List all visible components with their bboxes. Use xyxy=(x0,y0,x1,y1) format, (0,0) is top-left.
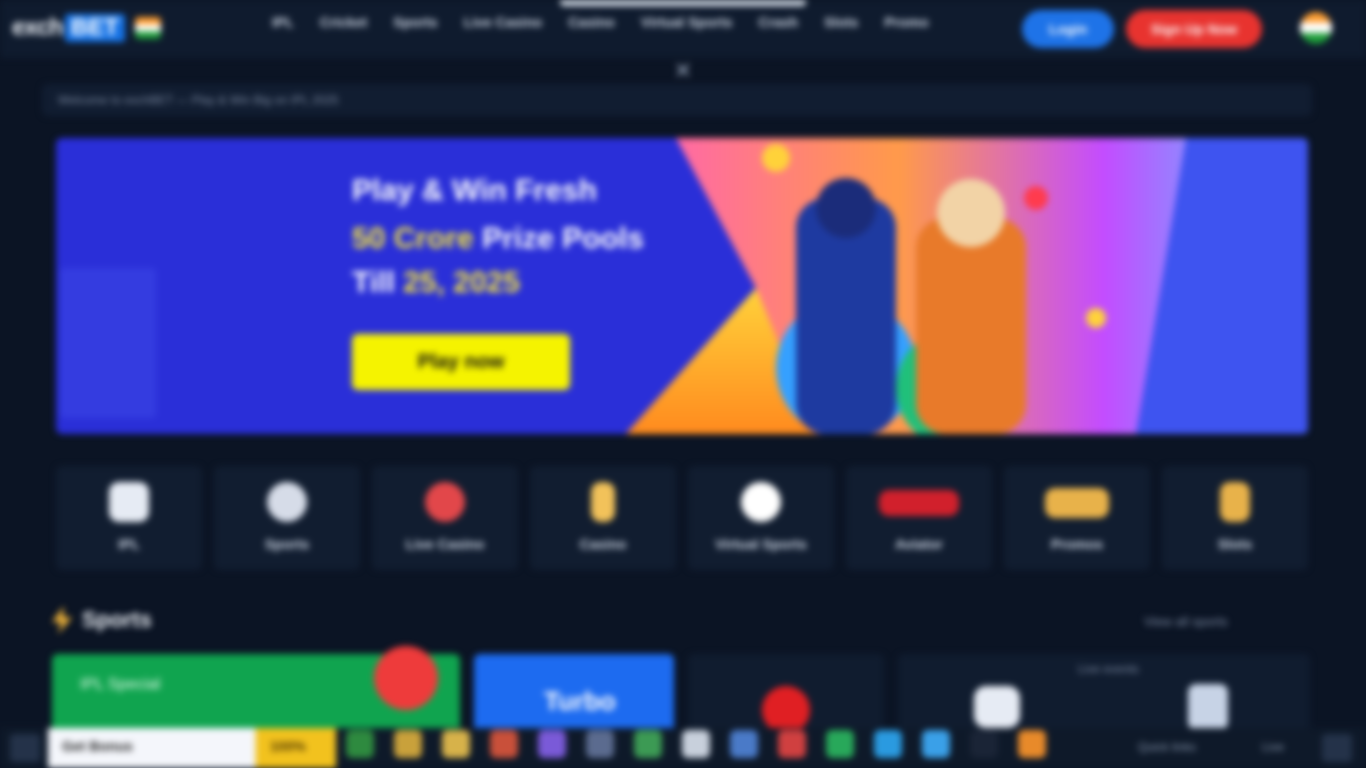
dice-icon xyxy=(591,482,615,522)
top-indicator xyxy=(560,0,806,6)
category-label: Live Casino xyxy=(405,536,485,552)
nav-item-sports[interactable]: Sports xyxy=(393,14,437,30)
category-label: Sports xyxy=(264,536,310,552)
banner-highlight-amount: 50 Crore xyxy=(352,222,474,255)
banner-line3-rest: Till xyxy=(352,266,404,299)
announcement-marquee: Welcome to exchBET — Play & Win Big on I… xyxy=(42,84,1312,116)
marquee-text: Welcome to exchBET — Play & Win Big on I… xyxy=(58,93,339,107)
nav-item-promo[interactable]: Promo xyxy=(884,14,928,30)
virtual-ball-icon xyxy=(741,482,781,522)
signup-button[interactable]: Sign Up Now xyxy=(1126,10,1262,48)
category-label: IPL xyxy=(118,536,140,552)
game-icon-7[interactable] xyxy=(634,730,662,758)
country-flag-icon xyxy=(134,17,161,39)
sport-card-text: Live events xyxy=(1078,662,1139,676)
category-tile-promos[interactable]: Promos xyxy=(1004,466,1150,570)
top-navigation-bar: exch BET IPL Cricket Sports Live Casino … xyxy=(0,0,1366,58)
slot-icon xyxy=(1220,482,1250,522)
soccer-ball-icon xyxy=(267,482,307,522)
game-icon-5[interactable] xyxy=(538,730,566,758)
sport-card-turbo[interactable]: Turbo xyxy=(474,654,674,734)
main-nav: IPL Cricket Sports Live Casino Casino Vi… xyxy=(272,14,929,30)
category-tile-live-casino[interactable]: Live Casino xyxy=(372,466,518,570)
language-flag-icon[interactable] xyxy=(1300,12,1332,44)
nav-item-slots[interactable]: Slots xyxy=(824,14,858,30)
banner-artwork xyxy=(626,138,1308,434)
sport-card-live[interactable]: Live events xyxy=(898,654,1310,734)
game-icon-11[interactable] xyxy=(826,730,854,758)
red-ball-icon xyxy=(762,686,810,734)
category-tiles: IPL Sports Live Casino Casino Virtual Sp… xyxy=(56,466,1308,570)
logo-text-part1: exch xyxy=(12,14,64,41)
banner-headline-line1: Play & Win Fresh xyxy=(352,174,597,207)
game-icon-3[interactable] xyxy=(442,730,470,758)
lightning-icon xyxy=(52,606,72,634)
banner-headline-line2: 50 Crore Prize Pools xyxy=(352,222,644,256)
category-label: Virtual Sports xyxy=(715,536,807,552)
bonus-percent: 100% xyxy=(270,738,306,754)
roulette-icon xyxy=(425,482,465,522)
quick-links-text[interactable]: Quick links xyxy=(1138,740,1196,754)
game-icon-12[interactable] xyxy=(874,730,902,758)
category-tile-slots[interactable]: Slots xyxy=(1162,466,1308,570)
site-logo[interactable]: exch BET xyxy=(12,12,161,44)
play-now-button[interactable]: Play now xyxy=(352,334,570,390)
view-all-link[interactable]: View all sports xyxy=(1144,614,1228,629)
sport-card-text: IPL Special xyxy=(80,676,161,693)
nav-item-crash[interactable]: Crash xyxy=(758,14,798,30)
banner-line2-rest: Prize Pools xyxy=(473,222,644,255)
game-icon-14[interactable] xyxy=(970,730,998,758)
bottom-game-icons xyxy=(346,730,1046,758)
section-title-text: Sports xyxy=(82,607,152,632)
category-label: Casino xyxy=(579,536,627,552)
game-icon-1[interactable] xyxy=(346,730,374,758)
banner-headline-line3: Till 25, 2025 xyxy=(352,266,520,300)
game-icon-4[interactable] xyxy=(490,730,518,758)
settings-icon[interactable] xyxy=(1322,734,1352,762)
plane-icon xyxy=(879,490,959,516)
logo-text-part2: BET xyxy=(64,14,125,42)
game-icon-13[interactable] xyxy=(922,730,950,758)
bonus-text: Get Bonus xyxy=(62,738,133,754)
close-icon[interactable]: ✕ xyxy=(668,56,698,86)
category-label: Aviator xyxy=(895,536,943,552)
app-root: exch BET IPL Cricket Sports Live Casino … xyxy=(0,0,1366,768)
banner-highlight-date: 25, 2025 xyxy=(403,266,520,299)
menu-icon[interactable] xyxy=(10,734,40,762)
nav-item-ipl[interactable]: IPL xyxy=(272,14,294,30)
nav-item-cricket[interactable]: Cricket xyxy=(320,14,367,30)
user-icon xyxy=(1188,684,1228,730)
cricket-bat-icon xyxy=(109,482,149,522)
nav-item-virtual-sports[interactable]: Virtual Sports xyxy=(641,14,733,30)
game-icon-10[interactable] xyxy=(778,730,806,758)
category-label: Promos xyxy=(1050,536,1104,552)
chat-icon xyxy=(974,686,1020,728)
game-icon-9[interactable] xyxy=(730,730,758,758)
sport-card-text: Turbo xyxy=(544,686,616,716)
category-label: Slots xyxy=(1217,536,1253,552)
live-label: Live xyxy=(1262,740,1285,754)
gift-icon xyxy=(1045,488,1109,518)
sport-card-ipl[interactable]: IPL Special xyxy=(52,646,460,734)
login-button[interactable]: Login xyxy=(1022,10,1114,48)
badge-icon xyxy=(374,646,438,710)
game-icon-15[interactable] xyxy=(1018,730,1046,758)
category-tile-virtual-sports[interactable]: Virtual Sports xyxy=(688,466,834,570)
promo-banner[interactable]: Play & Win Fresh 50 Crore Prize Pools Ti… xyxy=(56,138,1308,434)
nav-item-live-casino[interactable]: Live Casino xyxy=(464,14,543,30)
category-tile-ipl[interactable]: IPL xyxy=(56,466,202,570)
game-icon-8[interactable] xyxy=(682,730,710,758)
game-icon-6[interactable] xyxy=(586,730,614,758)
bonus-promo-strip[interactable]: Get Bonus 100% xyxy=(48,728,336,768)
category-tile-aviator[interactable]: Aviator xyxy=(846,466,992,570)
banner-side-decoration xyxy=(60,268,156,418)
nav-item-casino[interactable]: Casino xyxy=(568,14,615,30)
category-tile-sports[interactable]: Sports xyxy=(214,466,360,570)
game-icon-2[interactable] xyxy=(394,730,422,758)
category-tile-casino[interactable]: Casino xyxy=(530,466,676,570)
sports-section-title: Sports xyxy=(52,606,152,634)
sport-card-aviator[interactable] xyxy=(688,654,884,734)
